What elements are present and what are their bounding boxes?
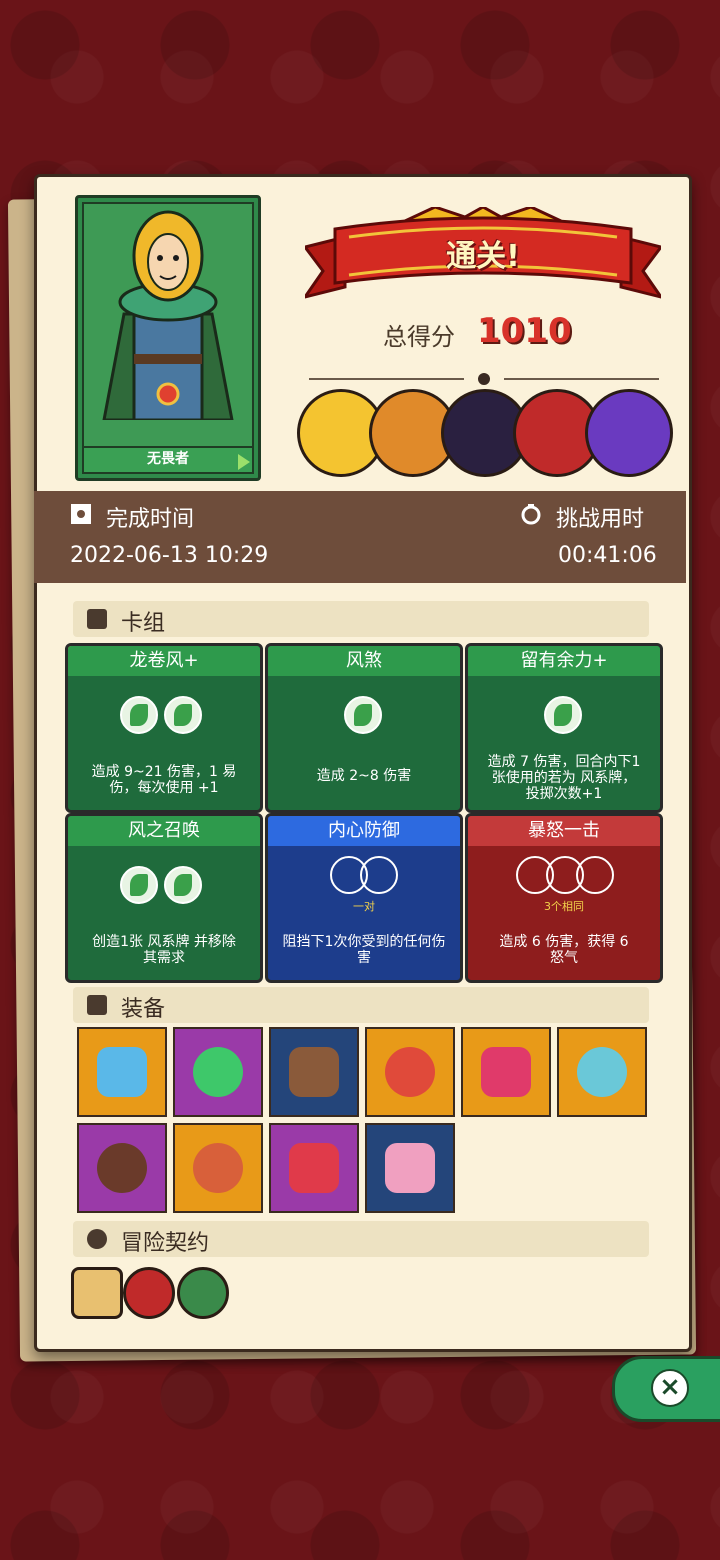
pink-flower-rune-icon[interactable] [177, 1267, 229, 1319]
pink-dice-icon[interactable] [365, 1123, 455, 1213]
card-desc-line: 造成 2~8 伤害 [316, 768, 412, 784]
card-desc-line: 投掷次数+1 [525, 786, 603, 802]
card-description: 阻挡下1次你受到的任何伤 害 [272, 934, 456, 966]
card-desc-line: 造成 9~21 伤害，1 易 [91, 764, 237, 780]
green-leaf-gem-icon[interactable] [173, 1027, 263, 1117]
card-description: 造成 2~8 伤害 [272, 768, 456, 784]
clear-text: 通关! [446, 239, 520, 274]
next-hero-arrow-icon[interactable] [238, 454, 250, 470]
shadow-demon-portrait-icon [585, 389, 673, 477]
equipment-section-header: 装备 [73, 987, 649, 1023]
finish-time-value: 2022-06-13 10:29 [70, 543, 269, 568]
hero-portrait[interactable]: 无畏者 [75, 195, 261, 481]
card-desc-line: 其需求 [143, 950, 185, 966]
scroll-icon[interactable] [71, 1267, 123, 1319]
defeated-bosses [297, 389, 677, 479]
rainbow-dragon-orb-icon[interactable] [365, 1027, 455, 1117]
close-button[interactable]: × [612, 1356, 720, 1422]
card-description: 造成 6 伤害，获得 6 怒气 [472, 934, 656, 966]
card-rage-strike[interactable]: 暴怒一击 3个相同 造成 6 伤害，获得 6 怒气 [465, 813, 663, 983]
stopwatch-icon [520, 503, 542, 531]
film-icon [70, 503, 92, 531]
dice-slot-wind-icon [544, 696, 582, 734]
person-icon [87, 1229, 107, 1249]
card-desc-line: 阻挡下1次你受到的任何伤 [282, 934, 446, 950]
dice-slot-wind-icon [164, 696, 202, 734]
card-reserve-strength-plus[interactable]: 留有余力+ 造成 7 伤害，回合内下1 张使用的若为 风系牌， 投掷次数+1 [465, 643, 663, 813]
card-desc-line: 伤，每次使用 +1 [109, 780, 219, 796]
porcelain-vase-icon[interactable] [557, 1027, 647, 1117]
score-label: 总得分 [383, 323, 455, 351]
card-tornado-plus[interactable]: 龙卷风+ 造成 9~21 伤害，1 易 伤，每次使用 +1 [65, 643, 263, 813]
cards-icon [87, 609, 107, 629]
card-desc-line: 创造1张 风系牌 并移除 [92, 934, 236, 950]
score-value: 1010 [477, 311, 572, 351]
hero-image [82, 202, 254, 448]
ornament-divider [309, 373, 659, 385]
demon-mask-icon[interactable] [461, 1027, 551, 1117]
ice-shield-icon[interactable] [77, 1027, 167, 1117]
ruby-pendant-icon[interactable] [269, 1123, 359, 1213]
card-description: 创造1张 风系牌 并移除 其需求 [72, 934, 256, 966]
hero-name: 无畏者 [82, 446, 254, 474]
dice-slot-wind-icon [120, 696, 158, 734]
card-title: 内心防御 [268, 816, 460, 846]
card-desc-line: 怒气 [550, 950, 578, 966]
red-knot-rune-icon[interactable] [123, 1267, 175, 1319]
wooden-button-icon[interactable] [77, 1123, 167, 1213]
card-desc-line: 造成 7 伤害，回合内下1 [487, 754, 641, 770]
box-icon [87, 995, 107, 1015]
dice-slot-empty-icon [576, 856, 614, 894]
deck-section-header: 卡组 [73, 601, 649, 637]
card-description: 造成 7 伤害，回合内下1 张使用的若为 风系牌， 投掷次数+1 [472, 754, 656, 802]
challenge-time-value: 00:41:06 [558, 543, 657, 568]
dice-requirement: 3个相同 [544, 900, 584, 913]
time-panel: 完成时间 2022-06-13 10:29 挑战用时 00:41:06 [34, 491, 686, 583]
dice-slot-empty-icon [360, 856, 398, 894]
contract-title: 冒险契约 [121, 1231, 210, 1256]
card-title: 留有余力+ [468, 646, 660, 676]
card-desc-line: 张使用的若为 风系牌， [491, 770, 637, 786]
clear-banner: 通关! [301, 205, 665, 303]
card-title: 暴怒一击 [468, 816, 660, 846]
challenge-time-label: 挑战用时 [556, 507, 645, 532]
close-icon: × [651, 1369, 689, 1407]
card-title: 龙卷风+ [68, 646, 260, 676]
deck-title: 卡组 [121, 611, 166, 636]
card-description: 造成 9~21 伤害，1 易 伤，每次使用 +1 [72, 764, 256, 796]
dice-slot-wind-icon [120, 866, 158, 904]
card-title: 风煞 [268, 646, 460, 676]
dice-slot-wind-icon [344, 696, 382, 734]
card-desc-line: 造成 6 伤害，获得 6 [499, 934, 629, 950]
equipment-title: 装备 [121, 997, 166, 1022]
horn-icon[interactable] [269, 1027, 359, 1117]
card-inner-defense[interactable]: 内心防御 一对 阻挡下1次你受到的任何伤 害 [265, 813, 463, 983]
dice-slot-wind-icon [164, 866, 202, 904]
finish-time-label: 完成时间 [106, 507, 195, 532]
hero-figure-icon [102, 210, 234, 422]
card-title: 风之召唤 [68, 816, 260, 846]
card-wind-fiend[interactable]: 风煞 造成 2~8 伤害 [265, 643, 463, 813]
result-panel: 无畏者 通关! 总得分 1010 完成时间 2022-06-13 10:29 挑… [34, 174, 692, 1352]
meat-leg-icon[interactable] [173, 1123, 263, 1213]
contract-section-header: 冒险契约 [73, 1221, 649, 1257]
card-desc-line: 害 [357, 950, 371, 966]
card-wind-summon[interactable]: 风之召唤 创造1张 风系牌 并移除 其需求 [65, 813, 263, 983]
dice-requirement: 一对 [353, 900, 375, 913]
